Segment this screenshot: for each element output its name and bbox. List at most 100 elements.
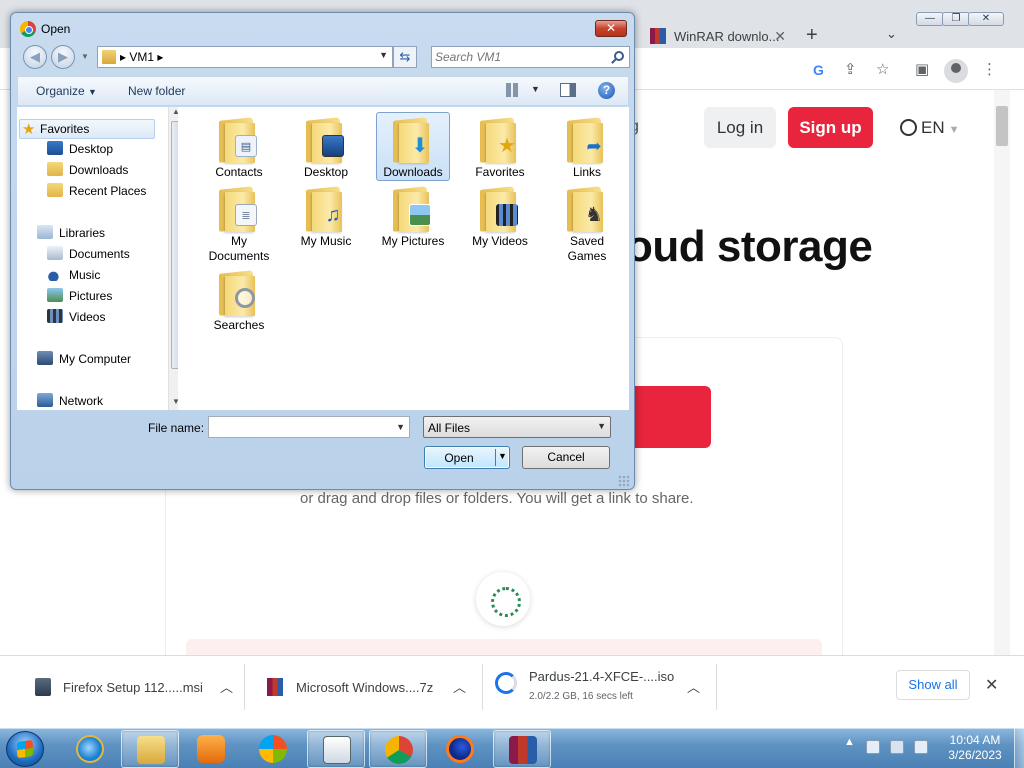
- side-panel-icon[interactable]: ▣: [915, 60, 929, 78]
- nav-item-pictures[interactable]: Pictures: [47, 288, 112, 303]
- new-tab-button[interactable]: +: [806, 24, 818, 47]
- download-item[interactable]: Microsoft Windows....7z ︿: [245, 656, 481, 718]
- filetype-select[interactable]: All Files ▼: [423, 416, 611, 438]
- forward-button[interactable]: ▶: [51, 45, 75, 69]
- nav-item-network[interactable]: Network: [37, 393, 103, 408]
- preview-pane-icon[interactable]: [560, 83, 576, 97]
- hero-headline: oud storage: [626, 222, 873, 271]
- search-icon[interactable]: [614, 51, 624, 61]
- taskbar-chrome[interactable]: [369, 730, 427, 768]
- new-folder-button[interactable]: New folder: [128, 84, 185, 98]
- folder-downloads[interactable]: ⬇ Downloads: [376, 112, 450, 181]
- maximize-button[interactable]: ❐: [942, 12, 970, 26]
- folder-icon: [102, 50, 116, 64]
- recent-pages-chevron-icon[interactable]: ▼: [81, 52, 89, 61]
- nav-item-documents[interactable]: Documents: [47, 246, 130, 261]
- search-input[interactable]: [435, 49, 605, 65]
- help-icon[interactable]: ?: [598, 82, 615, 99]
- close-window-button[interactable]: ✕: [968, 12, 1004, 26]
- folder-label: My Videos: [472, 234, 528, 248]
- taskbar-media-center[interactable]: [244, 730, 302, 768]
- share-icon[interactable]: ⇪: [844, 60, 857, 78]
- views-chevron-down-icon[interactable]: ▼: [531, 84, 540, 94]
- open-button[interactable]: Open ▼: [424, 446, 510, 469]
- nav-item-recent-places[interactable]: Recent Places: [47, 183, 146, 198]
- tray-overflow-icon[interactable]: ▲: [844, 736, 855, 748]
- close-icon[interactable]: ✕: [985, 675, 998, 695]
- folder-desktop[interactable]: Desktop: [289, 113, 363, 180]
- minimize-button[interactable]: —: [916, 12, 944, 26]
- bookmark-star-icon[interactable]: ☆: [876, 60, 889, 78]
- menu-kebab-icon[interactable]: ⋮: [982, 60, 997, 78]
- show-all-button[interactable]: Show all: [896, 670, 970, 700]
- chevron-up-icon[interactable]: ︿: [220, 677, 233, 696]
- folder-saved-games[interactable]: ♞ Saved Games: [550, 182, 624, 264]
- refresh-button[interactable]: ⇆: [393, 46, 417, 68]
- folder-favorites[interactable]: ★ Favorites: [463, 113, 537, 180]
- signup-button[interactable]: Sign up: [788, 107, 873, 148]
- dialog-title: Open: [41, 22, 71, 36]
- download-item[interactable]: Pardus-21.4-XFCE-....iso 2.0/2.2 GB, 16 …: [483, 656, 715, 718]
- taskbar-explorer[interactable]: [121, 730, 179, 768]
- chevron-up-icon[interactable]: ︿: [453, 677, 466, 696]
- nav-item-music[interactable]: Music: [47, 267, 100, 282]
- filename-label: File name:: [148, 421, 205, 435]
- folder-my-music[interactable]: ♫ My Music: [289, 182, 363, 249]
- login-button[interactable]: Log in: [704, 107, 776, 148]
- taskbar-firefox[interactable]: [431, 730, 489, 768]
- start-button[interactable]: [6, 731, 44, 767]
- filename-dropdown-icon[interactable]: ▼: [396, 422, 405, 432]
- nav-label: Recent Places: [69, 184, 147, 198]
- address-dropdown-icon[interactable]: ▼: [379, 50, 388, 60]
- close-tab-icon[interactable]: ✕: [774, 28, 786, 45]
- folder-searches[interactable]: Searches: [202, 266, 276, 333]
- taskbar-media-player[interactable]: [182, 730, 240, 768]
- chevron-up-icon[interactable]: ︿: [687, 677, 700, 696]
- taskbar-internet-explorer[interactable]: [61, 730, 119, 768]
- scrollbar-thumb[interactable]: [996, 106, 1008, 146]
- tab-winrar[interactable]: WinRAR downlo... ✕: [640, 20, 794, 50]
- network-icon[interactable]: [890, 740, 904, 754]
- language-selector[interactable]: EN ▼: [900, 118, 960, 138]
- upload-button[interactable]: [630, 386, 711, 448]
- nav-item-my-computer[interactable]: My Computer: [37, 351, 131, 366]
- address-bar[interactable]: ▸ VM1 ▸ ▼: [97, 46, 393, 68]
- nav-label: Music: [69, 268, 101, 282]
- google-icon[interactable]: G: [813, 62, 824, 78]
- folder-my-pictures[interactable]: My Pictures: [376, 182, 450, 249]
- organize-button[interactable]: Organize ▼: [36, 84, 97, 98]
- folder-contacts[interactable]: ▤ Contacts: [202, 113, 276, 180]
- page-scrollbar[interactable]: [994, 90, 1010, 655]
- dialog-close-button[interactable]: ✕: [595, 20, 627, 37]
- media-player-icon: [197, 735, 225, 763]
- action-center-icon[interactable]: [866, 740, 880, 754]
- nav-item-downloads[interactable]: Downloads: [47, 162, 128, 177]
- back-button[interactable]: ◀: [23, 45, 47, 69]
- folder-my-videos[interactable]: My Videos: [463, 182, 537, 249]
- show-desktop-button[interactable]: [1014, 728, 1024, 768]
- filename-input[interactable]: [212, 419, 392, 435]
- folder-my-documents[interactable]: ≣ My Documents: [202, 182, 276, 264]
- divider: [495, 449, 496, 466]
- open-options-chevron-icon[interactable]: ▼: [498, 451, 507, 461]
- profile-avatar[interactable]: [944, 59, 968, 83]
- folder-links[interactable]: ➦ Links: [550, 113, 624, 180]
- resize-grip[interactable]: [618, 475, 630, 487]
- nav-item-desktop[interactable]: Desktop: [47, 141, 113, 156]
- volume-muted-icon[interactable]: [914, 740, 928, 754]
- taskbar-notepad[interactable]: [307, 730, 365, 768]
- system-clock[interactable]: 10:04 AM 3/26/2023: [940, 733, 1010, 763]
- search-box[interactable]: [431, 46, 630, 68]
- nav-item-libraries[interactable]: Libraries: [37, 225, 105, 240]
- filename-combobox[interactable]: ▼: [208, 416, 410, 438]
- nav-item-videos[interactable]: Videos: [47, 309, 105, 324]
- cancel-button[interactable]: Cancel: [522, 446, 610, 469]
- views-icon[interactable]: [506, 83, 520, 97]
- taskbar-winrar[interactable]: [493, 730, 551, 768]
- windows-media-center-icon: [259, 735, 287, 763]
- download-name: Firefox Setup 112.....msi: [63, 680, 203, 695]
- breadcrumb-item[interactable]: VM1: [129, 50, 154, 64]
- tab-search-chevron-icon[interactable]: ⌄: [886, 26, 897, 42]
- download-item[interactable]: Firefox Setup 112.....msi ︿: [0, 656, 244, 718]
- nav-item-favorites[interactable]: ★ Favorites: [19, 119, 155, 139]
